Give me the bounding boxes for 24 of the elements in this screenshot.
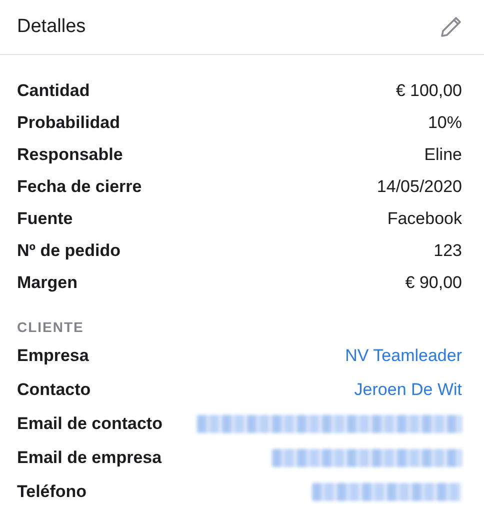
field-label: Responsable: [17, 145, 123, 165]
field-value: 14/05/2020: [376, 177, 462, 197]
field-value: Facebook: [387, 209, 462, 229]
field-value: 10%: [428, 113, 462, 133]
field-label: Nº de pedido: [17, 241, 120, 261]
field-label: Cantidad: [17, 81, 90, 101]
field-value: 123: [434, 241, 462, 261]
field-link[interactable]: NV Teamleader: [345, 346, 462, 366]
edit-button[interactable]: [438, 14, 464, 40]
field-value: € 100,00: [396, 81, 462, 101]
field-label: Probabilidad: [17, 113, 120, 133]
field-label: Empresa: [17, 346, 89, 366]
panel-title: Detalles: [17, 16, 86, 38]
field-label: Margen: [17, 273, 78, 293]
field-label: Email de contacto: [17, 414, 162, 434]
field-label: Contacto: [17, 380, 91, 400]
field-label: Teléfono: [17, 482, 87, 502]
field-value: Eline: [424, 145, 462, 165]
field-value: € 90,00: [405, 273, 462, 293]
field-label: Email de empresa: [17, 448, 162, 468]
field-label: Fuente: [17, 209, 73, 229]
field-link[interactable]: Jeroen De Wit: [354, 380, 462, 400]
field-label: Fecha de cierre: [17, 177, 142, 197]
section-heading: CLIENTE: [17, 319, 85, 335]
